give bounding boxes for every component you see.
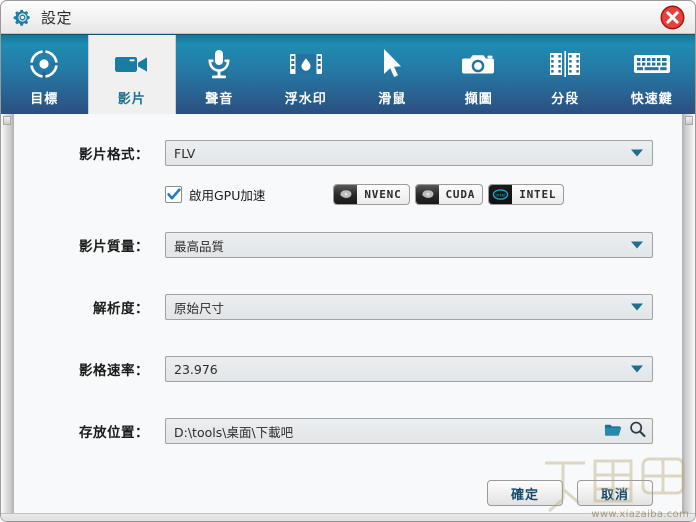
tab-label: 影片 bbox=[117, 92, 146, 107]
tab-audio[interactable]: 聲音 bbox=[176, 35, 263, 114]
video-quality-label: 影片質量： bbox=[79, 239, 149, 255]
tab-hotkeys[interactable]: 快速鍵 bbox=[609, 35, 696, 114]
video-format-label: 影片格式： bbox=[79, 147, 149, 163]
tab-capture[interactable]: 擷圖 bbox=[436, 35, 523, 114]
resolution-value: 原始尺寸 bbox=[174, 300, 225, 316]
tab-label: 滑鼠 bbox=[378, 92, 407, 107]
video-quality-select[interactable]: 最高品質 bbox=[165, 232, 653, 258]
chevron-down-icon bbox=[631, 149, 643, 157]
resolution-label: 解析度： bbox=[93, 301, 149, 317]
ok-button[interactable]: 確定 bbox=[487, 480, 563, 506]
microphone-icon bbox=[196, 44, 242, 84]
badge-label: CUDA bbox=[445, 187, 476, 201]
video-settings-form: 影片格式： FLV 啟用GPU加速 NVENC CUDA intel INTEL… bbox=[15, 114, 681, 521]
tab-label: 快速鍵 bbox=[630, 92, 673, 107]
title-bar: 設定 bbox=[1, 1, 695, 34]
row-resolution: 解析度： 原始尺寸 bbox=[15, 294, 681, 320]
row-save-location: 存放位置： D:\tools\桌面\下載吧 bbox=[15, 418, 681, 444]
row-video-format: 影片格式： FLV bbox=[15, 140, 681, 166]
chevron-down-icon bbox=[631, 365, 643, 373]
tab-watermark[interactable]: 浮水印 bbox=[263, 35, 350, 114]
frame-rate-select[interactable]: 23.976 bbox=[165, 356, 653, 382]
gear-icon bbox=[13, 8, 32, 27]
chevron-down-icon bbox=[631, 241, 643, 249]
row-video-quality: 影片質量： 最高品質 bbox=[15, 232, 681, 258]
cursor-arrow-icon bbox=[369, 44, 415, 84]
svg-text:intel: intel bbox=[496, 192, 506, 198]
chevron-down-icon bbox=[631, 303, 643, 311]
magnifier-icon[interactable] bbox=[629, 421, 646, 442]
video-format-select[interactable]: FLV bbox=[165, 140, 653, 166]
tab-target[interactable]: 目標 bbox=[1, 35, 88, 114]
badge-label: INTEL bbox=[519, 187, 557, 201]
tab-split[interactable]: 分段 bbox=[522, 35, 609, 114]
panel-right-edge bbox=[682, 114, 695, 521]
intel-logo: intel bbox=[489, 184, 513, 204]
video-format-value: FLV bbox=[174, 145, 196, 161]
scroll-nub bbox=[685, 116, 693, 125]
bottom-strip bbox=[1, 513, 695, 521]
row-frame-rate: 影格速率： 23.976 bbox=[15, 356, 681, 382]
gpu-acceleration-label: 啟用GPU加速 bbox=[189, 187, 266, 203]
save-location-actions bbox=[604, 421, 646, 442]
badge-intel: intel INTEL bbox=[488, 183, 565, 205]
save-location-value: D:\tools\桌面\下載吧 bbox=[174, 424, 294, 440]
cancel-button[interactable]: 取消 bbox=[577, 480, 653, 506]
tab-label: 分段 bbox=[551, 92, 580, 107]
tab-label: 浮水印 bbox=[284, 92, 327, 107]
save-location-input[interactable]: D:\tools\桌面\下載吧 bbox=[165, 418, 653, 444]
video-quality-value: 最高品質 bbox=[174, 238, 225, 254]
folder-icon[interactable] bbox=[604, 421, 622, 441]
check-icon bbox=[166, 187, 181, 199]
row-gpu-acceleration: 啟用GPU加速 NVENC CUDA intel INTEL bbox=[15, 182, 681, 206]
split-film-icon bbox=[542, 44, 588, 84]
window-title: 設定 bbox=[41, 8, 73, 27]
keyboard-icon bbox=[629, 44, 675, 84]
badge-cuda: CUDA bbox=[414, 183, 484, 205]
camcorder-icon bbox=[109, 44, 155, 84]
frame-rate-label: 影格速率： bbox=[79, 363, 149, 379]
panel-left-edge bbox=[1, 114, 14, 521]
badge-nvenc: NVENC bbox=[333, 183, 410, 205]
frame-rate-value: 23.976 bbox=[174, 361, 218, 377]
resolution-select[interactable]: 原始尺寸 bbox=[165, 294, 653, 320]
nvidia-logo bbox=[415, 184, 439, 204]
settings-window: 設定 目標 影片 聲音 浮水印 滑鼠 擷圖 分段 快速鍵 影片格式： FLV 啟… bbox=[0, 0, 696, 522]
content-panel: 影片格式： FLV 啟用GPU加速 NVENC CUDA intel INTEL… bbox=[1, 114, 695, 521]
camera-icon bbox=[456, 44, 502, 84]
badge-label: NVENC bbox=[364, 187, 402, 201]
tab-video[interactable]: 影片 bbox=[87, 35, 176, 114]
tab-mouse[interactable]: 滑鼠 bbox=[349, 35, 436, 114]
gpu-acceleration-checkbox[interactable] bbox=[165, 185, 182, 203]
tab-label: 目標 bbox=[30, 92, 59, 107]
nvidia-logo bbox=[334, 184, 358, 204]
gpu-badges: NVENC CUDA intel INTEL bbox=[333, 183, 565, 205]
tab-label: 聲音 bbox=[205, 92, 234, 107]
scroll-nub bbox=[3, 116, 11, 125]
save-location-label: 存放位置： bbox=[79, 425, 149, 441]
watermark-film-icon bbox=[283, 44, 329, 84]
tab-label: 擷圖 bbox=[464, 92, 493, 107]
target-icon bbox=[21, 44, 67, 84]
tab-bar: 目標 影片 聲音 浮水印 滑鼠 擷圖 分段 快速鍵 bbox=[1, 34, 695, 114]
close-icon[interactable] bbox=[659, 4, 686, 31]
